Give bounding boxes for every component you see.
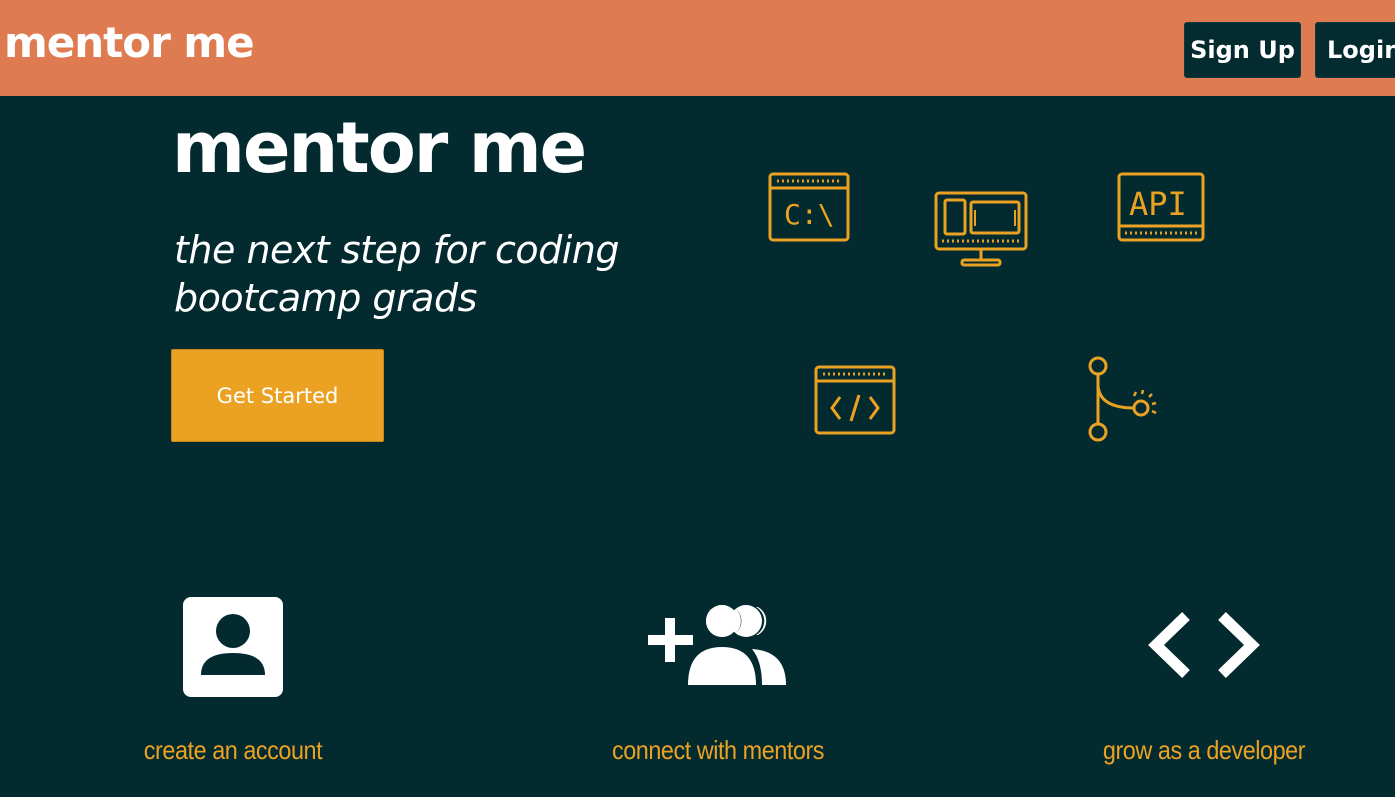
get-started-button[interactable]: Get Started [171, 349, 384, 442]
feature-label-connect-mentors: connect with mentors [611, 735, 825, 765]
devices-monitor-icon [934, 190, 1028, 268]
hero-tagline: the next step for coding bootcamp grads [174, 228, 620, 320]
signup-button[interactable]: Sign Up [1184, 22, 1301, 78]
api-icon: API [1117, 172, 1205, 242]
code-brackets-icon [1148, 612, 1260, 678]
top-navbar: mentor me Sign Up Login [0, 0, 1395, 96]
terminal-icon: C:\ [768, 172, 850, 242]
feature-label-grow-developer: grow as a developer [1102, 735, 1306, 765]
feature-grow-developer: grow as a developer [1044, 590, 1364, 766]
feature-connect-mentors: connect with mentors [558, 590, 878, 766]
login-button[interactable]: Login [1315, 22, 1395, 78]
api-icon-text: API [1129, 185, 1187, 223]
hero-title: mentor me [172, 107, 587, 189]
feature-label-create-account: create an account [143, 735, 323, 765]
feature-create-account: create an account [73, 590, 393, 766]
brand-logo[interactable]: mentor me [4, 18, 255, 68]
terminal-icon-text: C:\ [784, 198, 835, 231]
add-group-icon [648, 605, 786, 685]
account-box-icon [183, 597, 283, 697]
code-window-icon [814, 365, 896, 435]
git-branch-icon [1086, 356, 1166, 446]
